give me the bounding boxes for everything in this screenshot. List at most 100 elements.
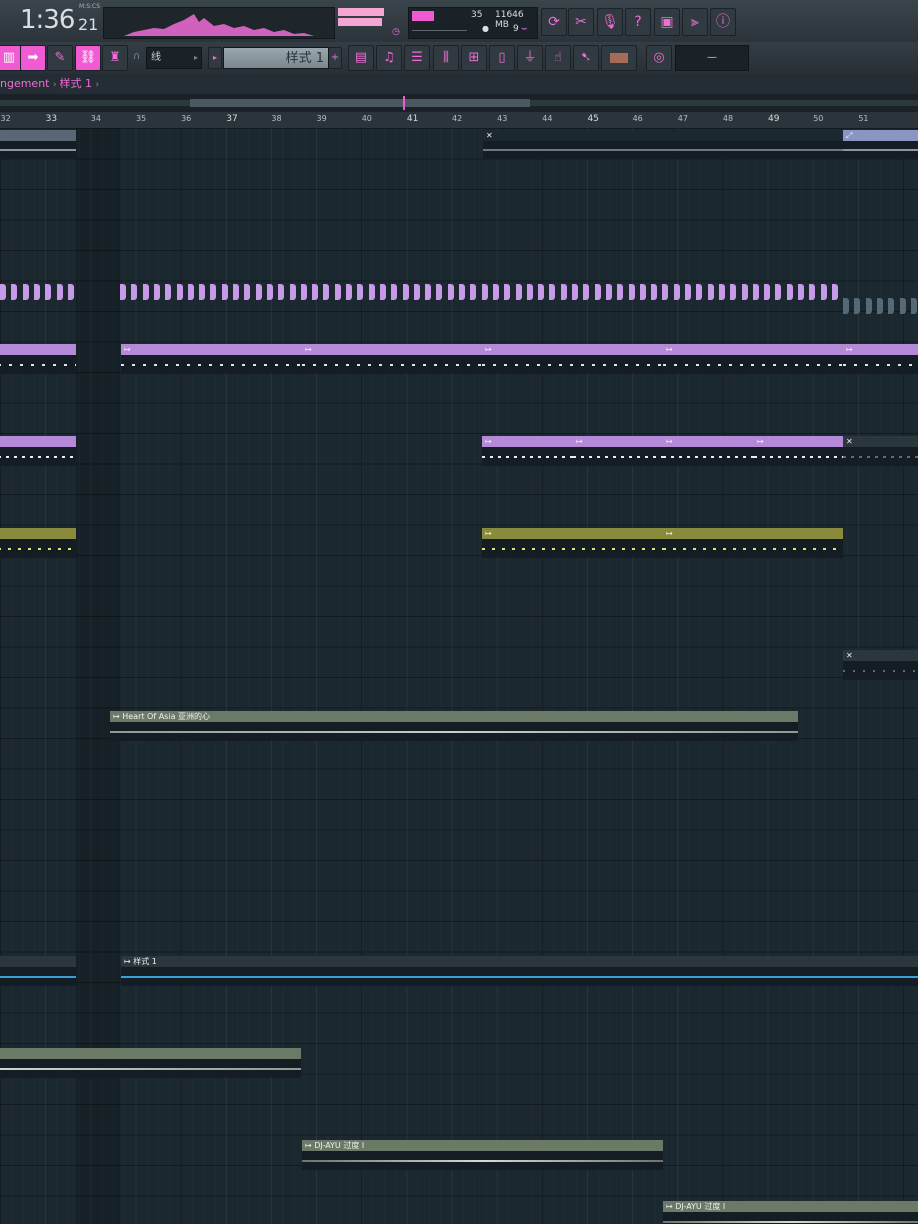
song-time-display[interactable]: 1:36 M:S:CS 21 bbox=[6, 3, 100, 37]
clip-body bbox=[110, 722, 798, 741]
pattern-prev-button[interactable]: ▸ bbox=[208, 47, 222, 69]
clip-header bbox=[0, 956, 76, 967]
save-button[interactable]: ▣ bbox=[654, 8, 680, 36]
note-block bbox=[67, 284, 74, 300]
pattern-clip-blue[interactable]: ↦ 样式 1 bbox=[121, 956, 918, 986]
output-selector-button[interactable] bbox=[601, 45, 637, 71]
brush-tool-button[interactable]: ✎ bbox=[47, 45, 73, 71]
link-button[interactable]: ⛓ bbox=[75, 45, 101, 71]
pattern-clip-purple[interactable]: ↦ bbox=[573, 436, 663, 466]
clip-header bbox=[0, 130, 76, 141]
ruler-tick: 32 bbox=[0, 114, 11, 123]
loop-record-button[interactable]: ⟳ bbox=[541, 8, 567, 36]
time-ruler[interactable]: 32 33 34 35 36 37 38 39 40 41 42 43 44 45 46 47 48 49 50 51 bbox=[0, 112, 918, 129]
audio-clip-dj-ayu[interactable]: ↦ DJ-AYU 过度 Ⅰ bbox=[663, 1201, 918, 1224]
audio-clip-heart-of-asia[interactable]: ↦ Heart Of Asia 亚洲的心 bbox=[110, 711, 798, 741]
channel-rack-button[interactable]: ☰ bbox=[404, 45, 430, 71]
clip-header: ↦ bbox=[482, 344, 663, 355]
breadcrumb-item-pattern[interactable]: 样式 1 bbox=[59, 77, 92, 90]
playlist-button[interactable]: ▤ bbox=[348, 45, 374, 71]
record-audio-button[interactable]: 🎙 bbox=[597, 8, 623, 36]
cpu-monitor-button[interactable]: ◎ bbox=[646, 45, 672, 71]
note-block bbox=[323, 284, 330, 300]
ruler-tick: 40 bbox=[361, 114, 372, 123]
pattern-clip-olive[interactable]: ↦ bbox=[482, 528, 663, 558]
cut-mode-button[interactable]: ✂ bbox=[568, 8, 594, 36]
note-block bbox=[120, 284, 126, 300]
project-button[interactable]: ▯ bbox=[489, 45, 515, 71]
playlist-overview[interactable] bbox=[0, 94, 918, 113]
note-block bbox=[33, 284, 40, 300]
pattern-clip-purple[interactable]: ↦ bbox=[843, 344, 918, 374]
audio-clip[interactable] bbox=[0, 1048, 301, 1078]
pattern-clip-muted[interactable]: ✕ bbox=[843, 650, 918, 680]
clip-body bbox=[0, 447, 76, 466]
tempo-tapper-button[interactable]: ➷ bbox=[573, 45, 599, 71]
ruler-tick: 36 bbox=[181, 114, 192, 123]
pattern-clip-purple[interactable]: ↦ bbox=[302, 344, 483, 374]
clip-body bbox=[0, 355, 76, 374]
browser-button[interactable]: ⊞ bbox=[461, 45, 487, 71]
plus-icon: + bbox=[330, 52, 340, 63]
ruler-tick: 49 bbox=[768, 114, 780, 124]
touch-controller-button[interactable]: ☝ bbox=[545, 45, 571, 71]
audio-clip-dj-ayu[interactable]: ↦ DJ-AYU 过度 Ⅰ bbox=[302, 1140, 663, 1170]
hand-icon: ☝ bbox=[554, 50, 562, 65]
clip-waveform bbox=[0, 975, 76, 978]
clip-header: ↦ bbox=[663, 344, 844, 355]
ruler-tick: 44 bbox=[542, 114, 553, 123]
ruler-tick: 46 bbox=[632, 114, 643, 123]
arrow-mode-button[interactable]: ➡ bbox=[20, 45, 46, 71]
pattern-clip-purple[interactable]: ↦ bbox=[121, 344, 302, 374]
note-block bbox=[244, 284, 251, 300]
output-selector[interactable]: — bbox=[675, 45, 749, 71]
pattern-clip-purple[interactable]: ↦ bbox=[482, 436, 573, 466]
master-volume-meter bbox=[338, 8, 384, 28]
piano-roll-button[interactable]: ♫ bbox=[376, 45, 402, 71]
clip-waveform bbox=[0, 149, 76, 151]
overview-window[interactable] bbox=[190, 99, 530, 107]
info-button[interactable]: ⓘ bbox=[710, 8, 736, 36]
stamp-tool-button[interactable]: ♜ bbox=[102, 45, 128, 71]
snap-selector-box[interactable]: 线 ▸ bbox=[146, 47, 202, 69]
plugin-picker-button[interactable]: ⏚ bbox=[517, 45, 543, 71]
clip-body bbox=[573, 447, 663, 466]
automation-clip[interactable]: ✕ bbox=[483, 130, 843, 159]
piano-icon: ▥ bbox=[2, 50, 16, 65]
pattern-clip-blue[interactable] bbox=[0, 956, 76, 986]
pattern-clip-purple[interactable] bbox=[0, 344, 76, 374]
automation-clip[interactable]: ⤢ bbox=[843, 130, 918, 159]
pattern-clip-olive[interactable] bbox=[0, 528, 76, 558]
clip-marker-icon: ↦ bbox=[485, 345, 492, 354]
note-block bbox=[153, 284, 160, 300]
note-block bbox=[910, 298, 917, 314]
pattern-clip-purple[interactable]: ↦ bbox=[663, 344, 844, 374]
triangle-right-icon: ▸ bbox=[212, 53, 217, 62]
clip-waveform bbox=[482, 363, 663, 366]
automation-clip[interactable] bbox=[0, 130, 76, 159]
meter-clock-icon: ◷ bbox=[392, 27, 400, 37]
clip-body bbox=[482, 539, 663, 558]
pattern-clip-purple[interactable]: ↦ bbox=[482, 344, 663, 374]
pattern-add-button[interactable]: + bbox=[328, 47, 342, 69]
note-block bbox=[142, 284, 149, 300]
cycle-icon: ⟳ bbox=[548, 14, 560, 30]
pattern-selector[interactable]: 样式 1 bbox=[223, 47, 329, 69]
pattern-clip-purple[interactable]: ↦ bbox=[663, 436, 754, 466]
ruler-tick: 33 bbox=[45, 114, 58, 124]
pattern-clip-purple[interactable]: ↦ bbox=[754, 436, 843, 466]
pattern-clip-olive[interactable]: ↦ bbox=[663, 528, 843, 558]
mixer-button[interactable]: ⫼ bbox=[433, 45, 459, 71]
clip-waveform bbox=[754, 455, 843, 458]
piano-roll-view-button[interactable]: ▥ bbox=[0, 45, 22, 71]
help-button[interactable]: ? bbox=[625, 8, 651, 36]
mixer-tools-button[interactable]: ⫸ bbox=[682, 8, 708, 36]
pattern-clip-muted[interactable]: ✕ bbox=[843, 436, 918, 466]
pattern-clip-purple[interactable] bbox=[0, 436, 76, 466]
note-block bbox=[289, 284, 296, 300]
breadcrumb-item-arrangement[interactable]: ngement bbox=[0, 77, 50, 90]
clip-header: ✕ bbox=[483, 130, 843, 141]
playlist-grid[interactable]: ✕ ⤢ ↦ ↦ ↦ ↦ ↦ ↦ ↦ ↦ ↦ ✕ ↦ ↦ ✕ ↦ Heart Of Asia 亚洲的心 ↦ 样式 … bbox=[0, 128, 918, 1224]
clip-header bbox=[0, 528, 76, 539]
note-block bbox=[673, 284, 680, 300]
